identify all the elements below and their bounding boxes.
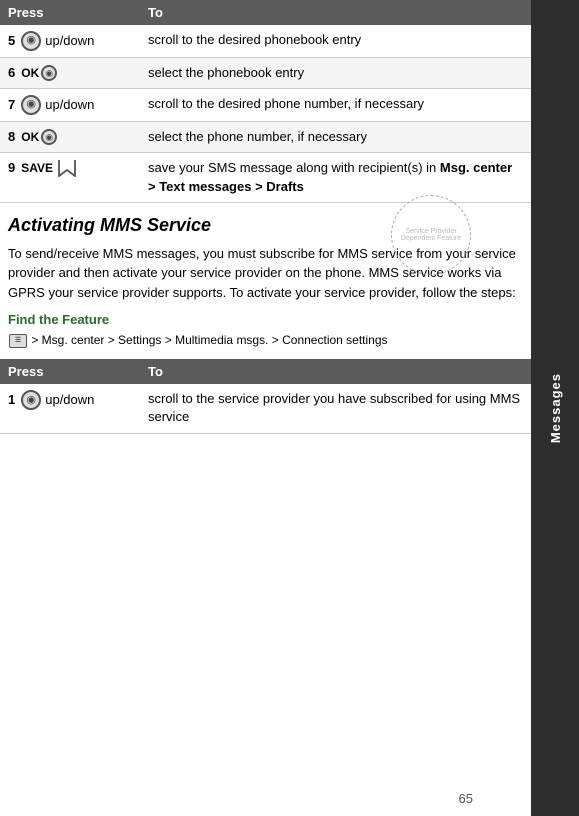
save-icon-shape [56,159,78,177]
ok-text-8: OK [21,129,39,146]
ok-icon-6: OK [21,65,57,82]
save-text-9: SAVE [21,160,53,177]
press-label-5: up/down [45,32,94,50]
row-num-8: 8 [8,128,15,146]
press-cell-5: 5 up/down [8,31,132,51]
table1-header-to: To [140,0,531,25]
table-row: 6 OK select the phonebook entry [0,58,531,89]
to-cell-7: scroll to the desired phone number, if n… [140,89,531,122]
find-feature-label: Find the Feature [8,312,523,327]
feature-path-text: > Msg. center > Settings > Multimedia ms… [31,333,387,347]
table-row: 9 SAVE save yo [0,153,531,202]
to-text-9-plain: save your SMS message along with recipie… [148,160,440,175]
press-cell-6: 6 OK [8,64,132,82]
nav-icon-5 [21,31,41,51]
press-label-7: up/down [45,96,94,114]
feature-path: ☰ > Msg. center > Settings > Multimedia … [8,331,523,349]
sidebar: Messages [531,0,579,816]
table1-header-press: Press [0,0,140,25]
press-cell-t2-1: 1 up/down [8,390,132,410]
to-cell-5: scroll to the desired phonebook entry [140,25,531,58]
ok-circle-8 [41,129,57,145]
table-1: Press To 5 up/down scroll to the desired… [0,0,531,203]
to-cell-8: select the phone number, if necessary [140,122,531,153]
table-row: 1 up/down scroll to the service provider… [0,384,531,433]
press-cell-9: 9 SAVE [8,159,132,177]
table2-header-press: Press [0,359,140,384]
to-cell-9: save your SMS message along with recipie… [140,153,531,202]
section-title: Activating MMS Service [8,215,523,236]
table2-header-to: To [140,359,531,384]
table-row: 5 up/down scroll to the desired phoneboo… [0,25,531,58]
press-label-t2-1: up/down [45,391,94,409]
press-cell-7: 7 up/down [8,95,132,115]
to-cell-6: select the phonebook entry [140,58,531,89]
nav-icon-t2-1 [21,390,41,410]
menu-icon: ☰ [9,334,27,348]
save-icon-9: SAVE [21,159,78,177]
row-num-6: 6 [8,64,15,82]
row-num-5: 5 [8,32,15,50]
nav-icon-7 [21,95,41,115]
ok-icon-8: OK [21,129,57,146]
ok-circle-6 [41,65,57,81]
row-num-9: 9 [8,159,15,177]
section-body: To send/receive MMS messages, you must s… [8,244,523,303]
to-cell-t2-1: scroll to the service provider you have … [140,384,531,433]
page-number: 65 [459,791,473,806]
ok-text-6: OK [21,65,39,82]
sidebar-label: Messages [548,373,563,443]
row-num-7: 7 [8,96,15,114]
table-2: Press To 1 up/down scroll to the service… [0,359,531,433]
press-cell-8: 8 OK [8,128,132,146]
table-row: 7 up/down scroll to the desired phone nu… [0,89,531,122]
table-row: 8 OK select the phone number, if necessa… [0,122,531,153]
main-content: Press To 5 up/down scroll to the desired… [0,0,531,816]
row-num-t2-1: 1 [8,391,15,409]
page-wrapper: Press To 5 up/down scroll to the desired… [0,0,579,816]
